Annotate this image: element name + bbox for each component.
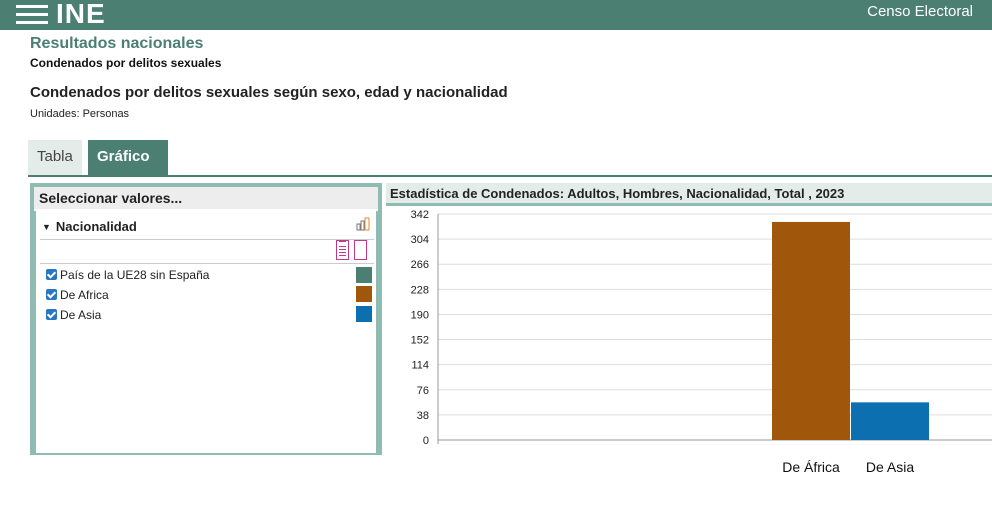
list-item[interactable]: País de la UE28 sin España bbox=[46, 267, 209, 285]
list-item[interactable]: De Asia bbox=[46, 307, 101, 325]
y-tick-label: 190 bbox=[411, 309, 429, 321]
divider bbox=[40, 263, 374, 264]
top-bar: INE Censo Electoral bbox=[0, 0, 992, 30]
chart-panel: Estadística de Condenados: Adultos, Homb… bbox=[386, 183, 992, 478]
tab-tabla[interactable]: Tabla bbox=[28, 140, 82, 176]
select-all-icon[interactable] bbox=[336, 240, 349, 260]
hamburger-menu-icon[interactable] bbox=[16, 4, 48, 26]
chart-settings-icon[interactable] bbox=[356, 217, 370, 231]
checkbox-checked-icon[interactable] bbox=[46, 269, 57, 280]
variable-header[interactable]: ▼ Nacionalidad bbox=[42, 219, 137, 234]
item-label: De Africa bbox=[60, 288, 109, 302]
item-label: De Asia bbox=[60, 308, 102, 322]
section-title: Resultados nacionales bbox=[30, 35, 204, 52]
units-label: Unidades: Personas bbox=[30, 108, 130, 120]
variable-label: Nacionalidad bbox=[55, 219, 137, 234]
x-category-label: De Asia bbox=[866, 459, 914, 475]
app-title-link[interactable]: Censo Electoral bbox=[867, 3, 973, 20]
table-title: Condenados por delitos sexuales según se… bbox=[30, 84, 508, 101]
ine-logo[interactable]: INE bbox=[56, 0, 106, 30]
section-subtitle: Condenados por delitos sexuales bbox=[30, 56, 222, 70]
color-swatch[interactable] bbox=[356, 306, 372, 322]
y-tick-label: 342 bbox=[411, 209, 429, 221]
chart-title: Estadística de Condenados: Adultos, Homb… bbox=[386, 183, 992, 206]
bar-chart: 0 38 76 114 152 190 228 266 304 342 De África De As… bbox=[411, 209, 992, 475]
bar[interactable] bbox=[772, 221, 850, 440]
divider bbox=[40, 239, 374, 240]
triangle-down-icon: ▼ bbox=[42, 222, 51, 232]
y-tick-label: 114 bbox=[411, 360, 429, 372]
tab-grafico[interactable]: Gráfico bbox=[88, 140, 168, 176]
y-tick-label: 266 bbox=[411, 259, 429, 271]
selector-panel: Seleccionar valores... ▼ Nacionalidad Paí… bbox=[30, 183, 382, 455]
checkbox-checked-icon[interactable] bbox=[46, 289, 57, 300]
item-label: País de la UE28 sin España bbox=[60, 268, 210, 282]
checkbox-checked-icon[interactable] bbox=[46, 309, 57, 320]
bar[interactable] bbox=[851, 402, 929, 440]
y-tick-label: 152 bbox=[411, 335, 429, 347]
color-swatch[interactable] bbox=[356, 286, 372, 302]
color-swatch[interactable] bbox=[356, 267, 372, 283]
y-tick-label: 0 bbox=[423, 435, 429, 447]
deselect-all-icon[interactable] bbox=[354, 240, 367, 260]
tab-divider bbox=[28, 175, 992, 177]
y-tick-label: 228 bbox=[411, 284, 429, 296]
list-item[interactable]: De Africa bbox=[46, 287, 109, 305]
y-tick-label: 304 bbox=[411, 234, 429, 246]
selector-header: Seleccionar valores... bbox=[34, 187, 378, 209]
x-category-label: De África bbox=[782, 459, 840, 475]
y-tick-label: 76 bbox=[417, 385, 429, 397]
y-tick-label: 38 bbox=[417, 410, 429, 422]
